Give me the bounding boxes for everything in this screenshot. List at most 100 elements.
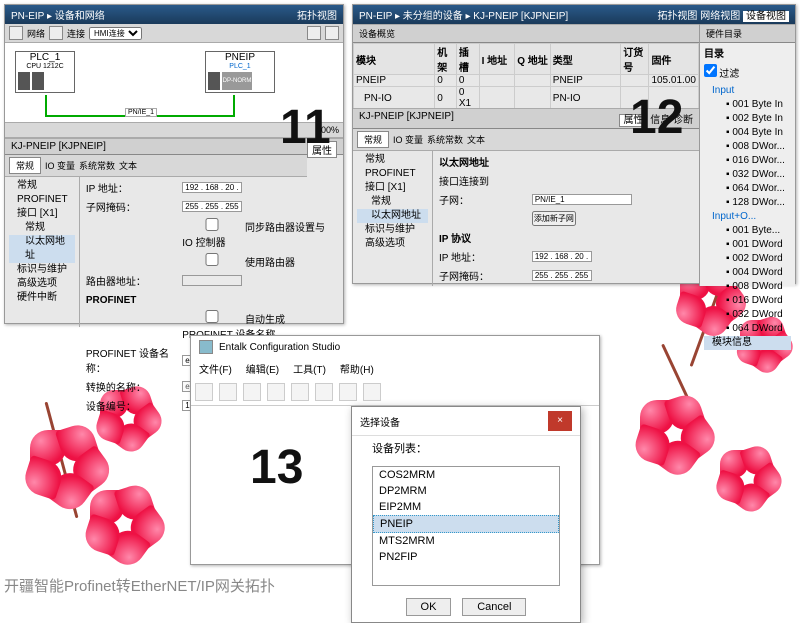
pneip-mod: DP-NORM [222,72,252,90]
list-item[interactable]: ▪ 064 DWor... [718,182,791,196]
menu-edit[interactable]: 编辑(E) [246,361,279,376]
view-dev-12[interactable]: 设备视图 [743,11,789,22]
ribbon [191,379,599,406]
dialog-title: 选择设备 [360,414,400,429]
subnet-input[interactable] [532,194,632,205]
label-12: 12 [630,90,683,145]
menubar: 文件(F) 编辑(E) 工具(T) 帮助(H) [191,358,599,379]
net-icon[interactable] [9,26,23,40]
list-item[interactable]: EIP2MM [373,499,559,515]
cat-output[interactable]: Input+O... [704,210,791,224]
add-subnet-button[interactable]: 添加新子网 [532,211,576,226]
ribbon-play-icon[interactable] [315,383,333,401]
dialog-titlebar: 选择设备 × [352,407,580,436]
devnum-label: 设备编号： [82,397,176,414]
list-item[interactable]: ▪ 008 DWord [718,280,791,294]
prop-tree: 常规 PROFINET 接口 [X1] 常规 以太网地址 标识与维护 高级选项 … [5,177,80,327]
cancel-button[interactable]: Cancel [462,598,526,616]
plc-cpu: CPU 1212C [16,63,74,70]
list-item[interactable]: DP2MRM [373,483,559,499]
pneip-name: PNEIP [206,52,274,63]
view-topo[interactable]: 拓扑视图 [297,7,337,22]
ribbon-wrench-icon[interactable] [339,383,357,401]
view-topo-12[interactable]: 拓扑视图 [657,11,697,22]
filter-check[interactable] [704,64,717,77]
table-row[interactable]: PNEIP00PNEIP105.01.00 [354,75,699,87]
label-13: 13 [250,440,303,495]
ribbon-save-icon[interactable] [243,383,261,401]
list-label: 设备列表： [352,436,580,460]
tab-const[interactable]: 系统常数 [79,159,115,172]
tab-text[interactable]: 文本 [119,159,137,172]
list-item[interactable]: ▪ 064 DWord [718,322,791,336]
list-item[interactable]: ▪ 004 Byte In [718,126,791,140]
list-item[interactable]: ▪ 128 DWor... [718,196,791,210]
list-item[interactable]: ▪ 008 DWor... [718,140,791,154]
ip-input[interactable] [182,182,242,193]
tree-eth[interactable]: 以太网地址 [9,235,75,263]
menu-file[interactable]: 文件(F) [199,361,232,376]
catalog-title: 硬件目录 [700,24,795,43]
tree-general2[interactable]: 常规 [9,221,75,235]
list-item[interactable]: MTS2MRM [373,533,559,549]
list-item[interactable]: ▪ 016 DWord [718,294,791,308]
toolbar-connect[interactable]: 连接 [67,27,85,40]
pneip-link[interactable]: PLC_1 [206,63,274,70]
menu-tool[interactable]: 工具(T) [293,361,326,376]
tree-general[interactable]: 常规 [9,179,75,193]
auto-check[interactable] [182,310,242,323]
conn-icon[interactable] [49,26,63,40]
list-item[interactable]: ▪ 032 DWor... [718,168,791,182]
menu-help[interactable]: 帮助(H) [340,361,374,376]
device-plc[interactable]: PLC_1 CPU 1212C [15,51,75,93]
catalog-tree: Input ▪ 001 Byte In▪ 002 Byte In▪ 004 By… [700,82,795,352]
ribbon-new-icon[interactable] [195,383,213,401]
ribbon-upload-icon[interactable] [267,383,285,401]
list-item[interactable]: ▪ 001 DWord [718,238,791,252]
router-check[interactable] [182,253,242,266]
router-label: 路由器地址： [82,272,176,289]
tab-general[interactable]: 常规 [9,157,41,174]
view-net-12[interactable]: 网络视图 [700,11,740,22]
list-item[interactable]: ▪ 001 Byte In [718,98,791,112]
tree-hw[interactable]: 硬件中断 [9,291,75,305]
tree-profinet[interactable]: PROFINET 接口 [X1] [9,193,75,221]
list-item[interactable]: ▪ 032 DWord [718,308,791,322]
list-item[interactable]: ▪ 002 Byte In [718,112,791,126]
ribbon-open-icon[interactable] [219,383,237,401]
mask-input[interactable] [182,201,242,212]
device-pneip[interactable]: PNEIP PLC_1 DP-NORM [205,51,275,93]
cat-mod[interactable]: 模块信息 [704,336,791,350]
tab-io[interactable]: IO 变量 [45,159,75,172]
list-item[interactable]: ▪ 001 Byte... [718,224,791,238]
cat-input[interactable]: Input [704,84,791,98]
toolbar-network[interactable]: 网络 [27,27,45,40]
close-icon[interactable]: × [548,411,572,431]
tree-adv[interactable]: 标识与维护 [9,263,75,277]
list-item[interactable]: ▪ 002 DWord [718,252,791,266]
if-section: 接口连接到 [435,172,697,189]
list-item[interactable]: PN2FIP [373,549,559,565]
list-item[interactable]: COS2MRM [373,467,559,483]
tool-icon[interactable] [307,26,321,40]
conn-select[interactable]: HMI连接 [89,27,142,40]
sync-check[interactable] [182,218,242,231]
ok-button[interactable]: OK [406,598,452,616]
tab-general-12[interactable]: 常规 [357,131,389,148]
list-item[interactable]: ▪ 004 DWord [718,266,791,280]
tree-adv2[interactable]: 高级选项 [9,277,75,291]
router-input[interactable] [182,275,242,286]
ip-label: IP 地址： [82,179,176,196]
device-list[interactable]: COS2MRMDP2MRMEIP2MMPNEIPMTS2MRMPN2FIP [372,466,560,586]
ribbon-help-icon[interactable] [363,383,381,401]
list-item[interactable]: PNEIP [373,515,559,533]
dialog-buttons: OK Cancel [352,592,580,622]
overview-header: 设备概览 [353,24,699,43]
tool-icon[interactable] [325,26,339,40]
ribbon-download-icon[interactable] [291,383,309,401]
catalog-sidebar: 硬件目录 目录 过滤 Input ▪ 001 Byte In▪ 002 Byte… [699,24,795,286]
list-item[interactable]: ▪ 016 DWor... [718,154,791,168]
ip-input-12[interactable] [532,251,592,262]
footer-caption: 开疆智能Profinet转EtherNET/IP网关拓扑 [4,575,275,596]
mask-input-12[interactable] [532,270,592,281]
